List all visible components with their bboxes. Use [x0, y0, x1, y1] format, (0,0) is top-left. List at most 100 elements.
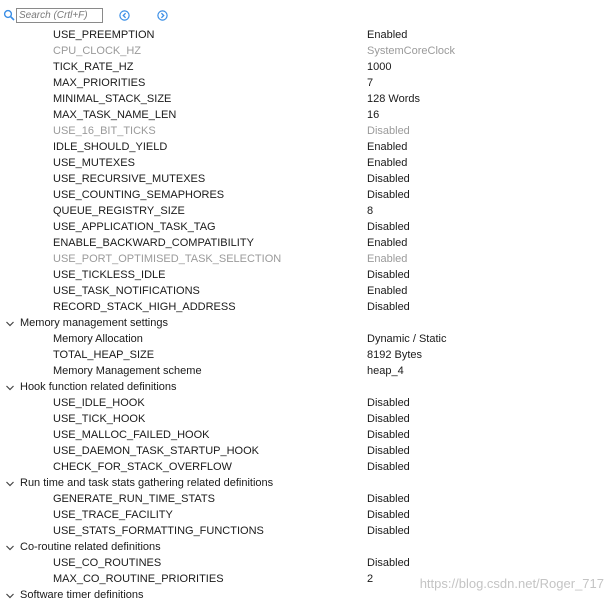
- parameter-name: MAX_CO_ROUTINE_PRIORITIES: [53, 573, 224, 585]
- group-title: Software timer definitions: [20, 589, 144, 601]
- parameter-name: USE_MUTEXES: [53, 157, 135, 169]
- parameter-row[interactable]: USE_PORT_OPTIMISED_TASK_SELECTION Enabled: [0, 252, 612, 268]
- parameter-row[interactable]: IDLE_SHOULD_YIELD Enabled: [0, 140, 612, 156]
- parameter-row[interactable]: USE_CO_ROUTINES Disabled: [0, 556, 612, 572]
- parameter-value[interactable]: Disabled: [367, 300, 410, 315]
- parameter-value: SystemCoreClock: [367, 45, 456, 57]
- parameter-value[interactable]: 7: [367, 76, 373, 91]
- parameter-name: Memory Management scheme: [53, 365, 202, 377]
- chevron-down-icon[interactable]: [5, 383, 15, 393]
- parameter-row[interactable]: USE_PREEMPTION Enabled: [0, 28, 612, 44]
- parameter-value[interactable]: Enabled: [367, 156, 407, 171]
- parameter-row[interactable]: TICK_RATE_HZ 1000: [0, 60, 612, 76]
- next-icon[interactable]: [157, 10, 168, 21]
- parameter-value[interactable]: Disabled: [367, 268, 410, 283]
- parameter-row[interactable]: USE_APPLICATION_TASK_TAG Disabled: [0, 220, 612, 236]
- parameter-row[interactable]: USE_MUTEXES Enabled: [0, 156, 612, 172]
- parameter-value[interactable]: Enabled: [367, 284, 407, 299]
- parameter-value[interactable]: 1000: [367, 60, 391, 75]
- chevron-down-icon[interactable]: [5, 319, 15, 329]
- parameter-name: MINIMAL_STACK_SIZE: [53, 93, 172, 105]
- parameter-value[interactable]: Enabled: [367, 140, 407, 155]
- parameter-value[interactable]: Disabled: [367, 444, 410, 459]
- parameter-value[interactable]: Enabled: [367, 236, 407, 251]
- parameter-row[interactable]: USE_TRACE_FACILITY Disabled: [0, 508, 612, 524]
- previous-icon[interactable]: [119, 10, 130, 21]
- parameter-name: TICK_RATE_HZ: [53, 61, 134, 73]
- chevron-down-icon[interactable]: [5, 543, 15, 553]
- parameter-name: USE_TICK_HOOK: [53, 413, 146, 425]
- parameter-value[interactable]: Disabled: [367, 524, 410, 539]
- parameter-name: USE_STATS_FORMATTING_FUNCTIONS: [53, 525, 264, 537]
- chevron-down-icon[interactable]: [5, 591, 15, 601]
- parameter-value[interactable]: Disabled: [367, 492, 410, 507]
- parameter-row[interactable]: Memory Allocation Dynamic / Static: [0, 332, 612, 348]
- group-header[interactable]: Memory management settings: [0, 316, 612, 332]
- parameter-value[interactable]: heap_4: [367, 364, 404, 379]
- parameter-row[interactable]: USE_TICKLESS_IDLE Disabled: [0, 268, 612, 284]
- parameter-name: USE_CO_ROUTINES: [53, 557, 162, 569]
- search-icon[interactable]: [3, 9, 15, 21]
- parameter-name: USE_PREEMPTION: [53, 29, 155, 41]
- parameter-row[interactable]: USE_COUNTING_SEMAPHORES Disabled: [0, 188, 612, 204]
- parameter-name: IDLE_SHOULD_YIELD: [53, 141, 168, 153]
- parameter-name: USE_PORT_OPTIMISED_TASK_SELECTION: [53, 253, 282, 265]
- parameter-value: Disabled: [367, 125, 410, 137]
- parameter-row[interactable]: USE_RECURSIVE_MUTEXES Disabled: [0, 172, 612, 188]
- parameter-value[interactable]: Disabled: [367, 412, 410, 427]
- parameter-name: MAX_TASK_NAME_LEN: [53, 109, 177, 121]
- parameter-name: GENERATE_RUN_TIME_STATS: [53, 493, 215, 505]
- parameter-row[interactable]: MINIMAL_STACK_SIZE 128 Words: [0, 92, 612, 108]
- parameter-value[interactable]: 16: [367, 108, 379, 123]
- parameter-name: USE_RECURSIVE_MUTEXES: [53, 173, 206, 185]
- parameter-row[interactable]: Memory Management scheme heap_4: [0, 364, 612, 380]
- parameter-name: USE_COUNTING_SEMAPHORES: [53, 189, 225, 201]
- parameter-name: USE_TASK_NOTIFICATIONS: [53, 285, 200, 297]
- chevron-down-icon[interactable]: [5, 479, 15, 489]
- group-title: Memory management settings: [20, 317, 168, 329]
- parameter-name: ENABLE_BACKWARD_COMPATIBILITY: [53, 237, 254, 249]
- parameter-row[interactable]: ENABLE_BACKWARD_COMPATIBILITY Enabled: [0, 236, 612, 252]
- parameter-row[interactable]: GENERATE_RUN_TIME_STATS Disabled: [0, 492, 612, 508]
- parameter-row[interactable]: USE_TASK_NOTIFICATIONS Enabled: [0, 284, 612, 300]
- parameter-name: USE_IDLE_HOOK: [53, 397, 145, 409]
- parameter-value[interactable]: Enabled: [367, 28, 407, 43]
- parameter-row[interactable]: USE_STATS_FORMATTING_FUNCTIONS Disabled: [0, 524, 612, 540]
- parameter-row[interactable]: USE_16_BIT_TICKS Disabled: [0, 124, 612, 140]
- parameter-row[interactable]: CHECK_FOR_STACK_OVERFLOW Disabled: [0, 460, 612, 476]
- parameter-row[interactable]: USE_IDLE_HOOK Disabled: [0, 396, 612, 412]
- parameter-value[interactable]: Disabled: [367, 220, 410, 235]
- group-header[interactable]: Hook function related definitions: [0, 380, 612, 396]
- parameter-row[interactable]: RECORD_STACK_HIGH_ADDRESS Disabled: [0, 300, 612, 316]
- parameter-row[interactable]: TOTAL_HEAP_SIZE 8192 Bytes: [0, 348, 612, 364]
- parameter-value[interactable]: Disabled: [367, 460, 410, 475]
- parameter-name: TOTAL_HEAP_SIZE: [53, 349, 155, 361]
- parameter-value[interactable]: Disabled: [367, 188, 410, 203]
- parameter-value[interactable]: Disabled: [367, 396, 410, 411]
- group-title: Hook function related definitions: [20, 381, 177, 393]
- parameter-value[interactable]: 128 Words: [367, 92, 420, 107]
- group-header[interactable]: Co-routine related definitions: [0, 540, 612, 556]
- parameter-value[interactable]: Disabled: [367, 428, 410, 443]
- group-title: Run time and task stats gathering relate…: [20, 477, 274, 489]
- parameter-value[interactable]: Disabled: [367, 508, 410, 523]
- parameter-name: USE_APPLICATION_TASK_TAG: [53, 221, 216, 233]
- parameter-row[interactable]: USE_TICK_HOOK Disabled: [0, 412, 612, 428]
- parameter-name: USE_16_BIT_TICKS: [53, 125, 156, 137]
- parameter-value[interactable]: Disabled: [367, 556, 410, 571]
- search-input[interactable]: [16, 8, 103, 23]
- group-header[interactable]: Run time and task stats gathering relate…: [0, 476, 612, 492]
- parameter-value[interactable]: Dynamic / Static: [367, 332, 446, 347]
- parameter-row[interactable]: USE_DAEMON_TASK_STARTUP_HOOK Disabled: [0, 444, 612, 460]
- parameter-value[interactable]: 2: [367, 572, 373, 587]
- parameter-row[interactable]: CPU_CLOCK_HZ SystemCoreClock: [0, 44, 612, 60]
- parameter-value[interactable]: Disabled: [367, 172, 410, 187]
- parameter-value[interactable]: 8: [367, 204, 373, 219]
- parameter-row[interactable]: USE_MALLOC_FAILED_HOOK Disabled: [0, 428, 612, 444]
- parameter-value[interactable]: 8192 Bytes: [367, 348, 422, 363]
- parameter-row[interactable]: QUEUE_REGISTRY_SIZE 8: [0, 204, 612, 220]
- parameter-name: Memory Allocation: [53, 333, 143, 345]
- search-toolbar: [0, 0, 612, 28]
- parameter-row[interactable]: MAX_TASK_NAME_LEN 16: [0, 108, 612, 124]
- parameter-row[interactable]: MAX_PRIORITIES 7: [0, 76, 612, 92]
